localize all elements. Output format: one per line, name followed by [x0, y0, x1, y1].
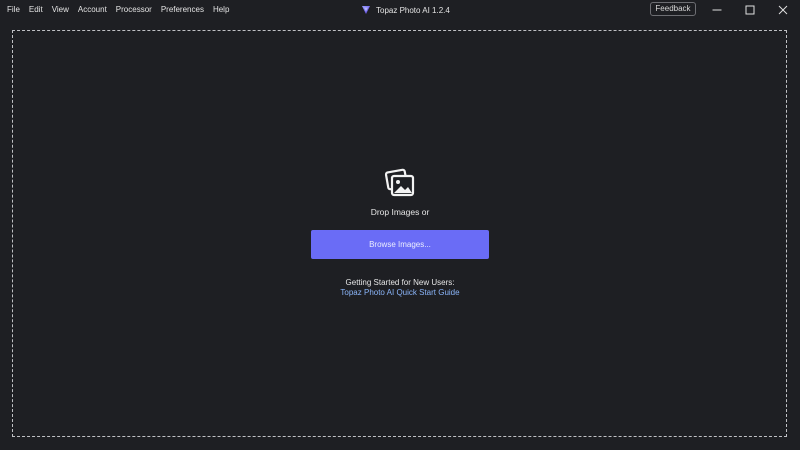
window-title: Topaz Photo AI 1.2.4	[376, 5, 450, 15]
menu-view[interactable]: View	[52, 0, 69, 20]
menu-bar: File Edit View Account Processor Prefere…	[0, 0, 238, 20]
menu-file[interactable]: File	[7, 0, 20, 20]
maximize-button[interactable]	[733, 0, 767, 20]
minimize-icon	[712, 9, 722, 11]
window-title-group: Topaz Photo AI 1.2.4	[361, 3, 450, 17]
feedback-button[interactable]: Feedback	[650, 2, 696, 16]
menu-edit[interactable]: Edit	[29, 0, 43, 20]
title-bar: File Edit View Account Processor Prefere…	[0, 0, 800, 20]
quick-start-guide-link[interactable]: Topaz Photo AI Quick Start Guide	[300, 288, 500, 297]
menu-processor[interactable]: Processor	[116, 0, 152, 20]
browse-images-button[interactable]: Browse Images...	[311, 230, 489, 259]
minimize-button[interactable]	[700, 0, 734, 20]
close-icon	[778, 5, 788, 15]
maximize-icon	[745, 5, 755, 15]
menu-help[interactable]: Help	[213, 0, 229, 20]
menu-account[interactable]: Account	[78, 0, 107, 20]
menu-preferences[interactable]: Preferences	[161, 0, 204, 20]
close-button[interactable]	[766, 0, 800, 20]
topaz-logo-icon	[362, 6, 370, 14]
